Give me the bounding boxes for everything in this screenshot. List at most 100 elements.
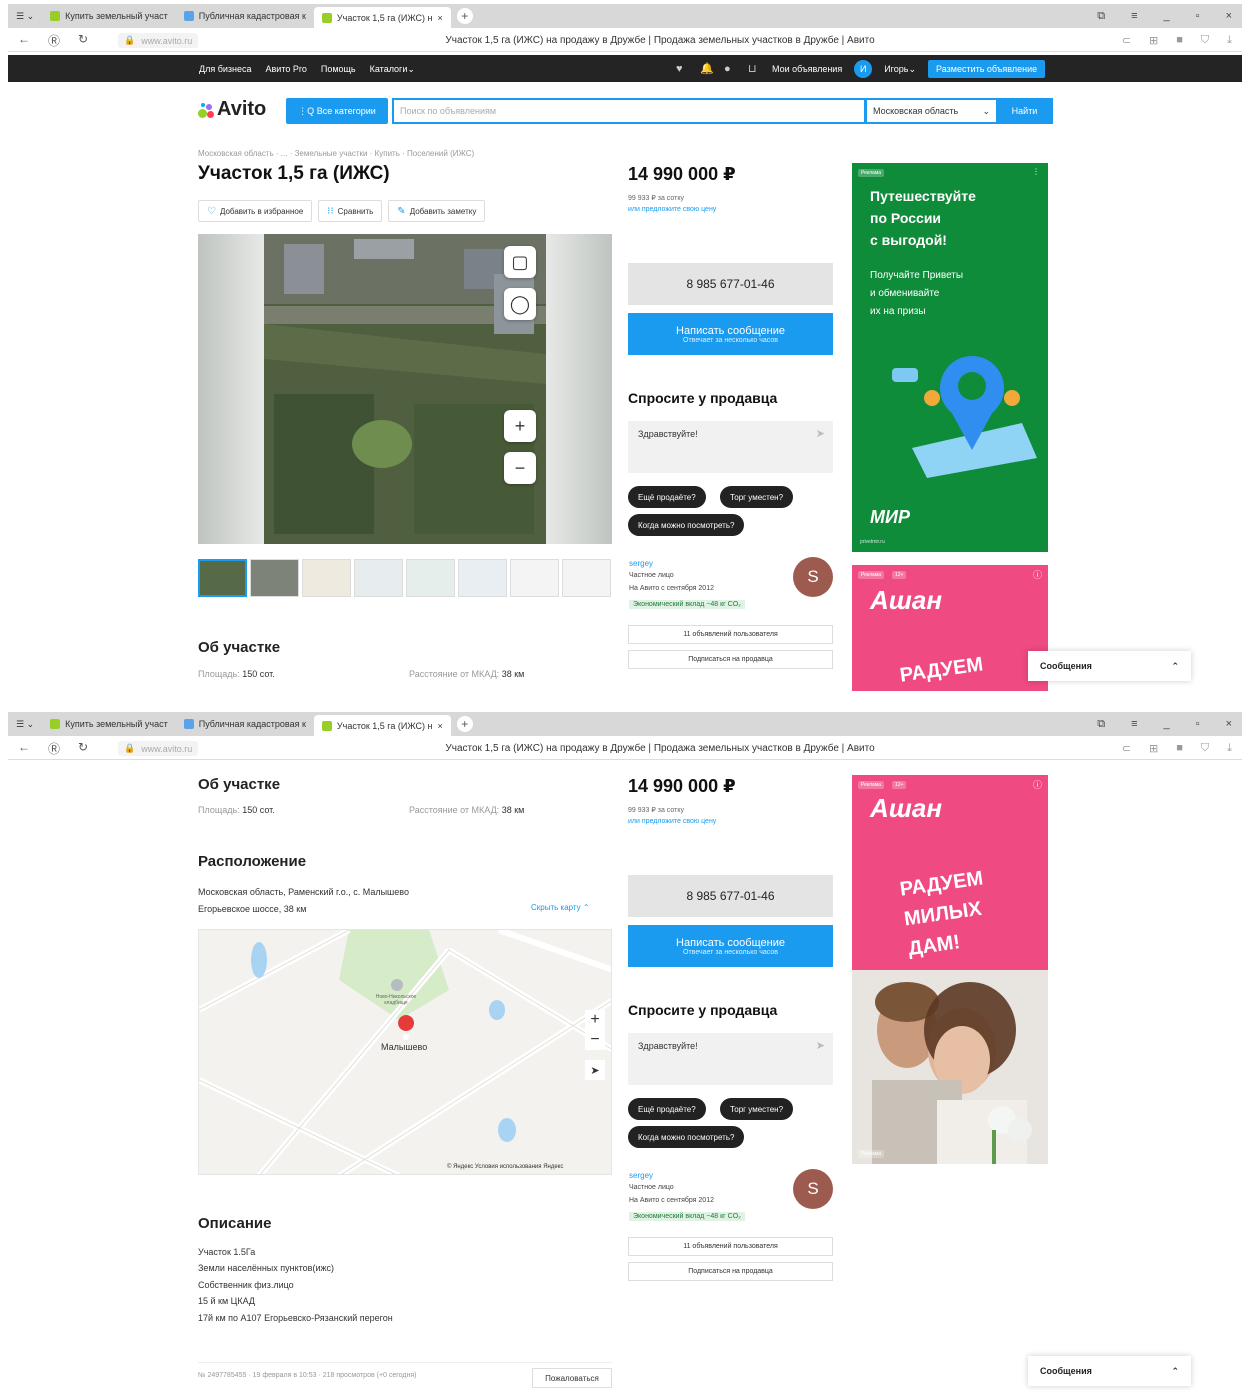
hide-map-link[interactable]: Скрыть карту ⌃ [531,903,590,912]
show-phone-button[interactable]: 8 985 677-01-46 [628,875,833,917]
heart-icon[interactable]: ♥ [676,63,688,75]
zoom-out-icon[interactable]: − [504,452,536,484]
more-icon[interactable]: ⋮ [1032,167,1040,176]
chip-when-view[interactable]: Когда можно посмотреть? [628,1126,745,1148]
thumbnail-2[interactable] [250,559,299,597]
chat-icon[interactable]: ● [724,63,736,75]
breadcrumb[interactable]: Московская область · ... · Земельные уча… [198,149,474,158]
ashan-ad-banner[interactable]: Реклама 12+ ⓘ Ашан РАДУЕМ МИЛЫХ ДАМ! [852,775,1048,970]
eco-badge[interactable]: Экономический вклад −48 кг CO₂ [629,1212,745,1221]
bookmarks-icon[interactable]: ⧉ [1097,10,1105,23]
mir-ad-banner[interactable]: Реклама ⋮ Путешествуйте по России с выгодо… [852,163,1048,552]
cart-icon[interactable]: ⊔ [748,63,760,75]
thumbnail-5[interactable] [406,559,455,597]
seller-avatar[interactable]: S [793,1169,833,1209]
search-input[interactable]: Поиск по объявлениям [392,98,866,124]
seller-name[interactable]: sergey [629,559,653,568]
new-tab-button[interactable]: + [456,716,473,732]
send-icon[interactable]: ➤ [816,1039,825,1052]
reader-icon[interactable]: ⊂ [1122,742,1131,755]
ask-seller-input[interactable]: Здравствуйте! ➤ [628,1033,833,1085]
chip-bargain[interactable]: Торг уместен? [720,486,794,508]
find-button[interactable]: Найти [996,98,1053,124]
menu-icon[interactable]: ≡ [1131,10,1137,23]
send-icon[interactable]: ➤ [816,427,825,440]
write-message-button[interactable]: Написать сообщение Отвечает за несколько … [628,925,833,967]
map-credit[interactable]: © Яндекс Условия использования Яндекс [447,1164,563,1170]
tab-2[interactable]: Публичная кадастровая к [176,714,314,734]
info-icon[interactable]: ⓘ [1033,568,1042,581]
thumbnail-6[interactable] [458,559,507,597]
my-ads-link[interactable]: Мои объявления [772,64,842,74]
url-field[interactable]: 🔒 www.avito.ru [118,741,199,756]
seller-ads-button[interactable]: 11 объявлений пользователя [628,1237,833,1256]
complain-button[interactable]: Пожаловаться [532,1368,612,1388]
offer-price-link[interactable]: или предложите свою цену [628,816,716,827]
geolocate-icon[interactable]: ➤ [585,1060,605,1080]
thumbnail-8[interactable] [562,559,611,597]
tab-1[interactable]: Купить земельный участ [42,6,176,26]
yandex-icon[interactable]: Ⓡ [48,32,60,49]
back-icon[interactable]: ← [18,32,30,49]
nav-business[interactable]: Для бизнеса [199,64,252,75]
new-tab-button[interactable]: + [456,8,473,24]
tab-3-active[interactable]: Участок 1,5 га (ИЖС) н × [313,715,451,737]
rotate-icon[interactable]: ◯ [504,288,536,320]
region-select[interactable]: Московская область ⌄ [865,98,998,124]
avito-logo[interactable]: Avito [198,98,266,121]
nav-avito-pro[interactable]: Авито Pro [266,64,307,75]
avatar[interactable]: И [854,60,873,78]
ashan-ad-banner[interactable]: Реклама 12+ ⓘ Ашан РАДУЕМ [852,565,1048,691]
close-tab-icon[interactable]: × [438,721,443,731]
browser-menu[interactable]: ☰ ⌄ [8,6,42,26]
ask-seller-input[interactable]: Здравствуйте! ➤ [628,421,833,473]
couple-ad-photo[interactable]: Реклама [852,970,1048,1164]
offer-price-link[interactable]: или предложите свою цену [628,204,716,215]
location-map[interactable]: Ново-Никольское кладбище Малышево + − ➤ … [198,929,612,1175]
user-menu[interactable]: Игорь⌄ [884,64,916,75]
nav-help[interactable]: Помощь [321,64,356,75]
zoom-in-icon[interactable]: + [504,410,536,442]
add-favorite-button[interactable]: ♡ Добавить в избранное [198,200,313,222]
thumbnail-4[interactable] [354,559,403,597]
restore-icon[interactable]: ▫ [1196,718,1200,731]
photo-gallery[interactable]: ▢ ◯ + − [198,234,612,544]
browser-menu[interactable]: ☰ ⌄ [8,714,42,734]
thumbnail-1[interactable] [198,559,247,597]
minimize-icon[interactable]: _ [1164,10,1170,23]
compare-button[interactable]: ⁝⁝ Сравнить [318,200,383,222]
chip-bargain[interactable]: Торг уместен? [720,1098,794,1120]
reader-icon[interactable]: ⊂ [1122,34,1131,47]
minimize-icon[interactable]: _ [1164,718,1170,731]
tab-3-active[interactable]: Участок 1,5 га (ИЖС) н × [313,7,451,29]
tab-1[interactable]: Купить земельный участ [42,714,176,734]
post-ad-button[interactable]: Разместить объявление [928,60,1046,78]
messages-panel[interactable]: Сообщения ⌃ [1028,651,1191,681]
add-note-button[interactable]: ✎ Добавить заметку [388,200,486,222]
url-field[interactable]: 🔒 www.avito.ru [118,33,199,48]
close-window-icon[interactable]: × [1226,10,1232,23]
write-message-button[interactable]: Написать сообщение Отвечает за несколько … [628,313,833,355]
chip-still-selling[interactable]: Ещё продаёте? [628,486,706,508]
reload-icon[interactable]: ↻ [78,32,88,49]
protect-icon[interactable]: ⛉ [1201,742,1209,755]
close-tab-icon[interactable]: × [438,13,443,23]
extension-icon[interactable]: ⊞ [1149,742,1158,755]
chip-still-selling[interactable]: Ещё продаёте? [628,1098,706,1120]
all-categories-button[interactable]: ⋮Q Все категории [286,98,388,124]
protect-icon[interactable]: ⛉ [1201,34,1209,47]
info-icon[interactable]: ⓘ [1033,778,1042,791]
layer-icon[interactable]: ▢ [504,246,536,278]
seller-ads-button[interactable]: 11 объявлений пользователя [628,625,833,644]
show-phone-button[interactable]: 8 985 677-01-46 [628,263,833,305]
eco-badge[interactable]: Экономический вклад −48 кг CO₂ [629,600,745,609]
yandex-icon[interactable]: Ⓡ [48,740,60,757]
zoom-in-icon[interactable]: + [585,1010,605,1030]
bell-icon[interactable]: 🔔 [700,63,714,75]
bookmark-icon[interactable]: ■ [1176,742,1183,755]
reload-icon[interactable]: ↻ [78,740,88,757]
bookmarks-icon[interactable]: ⧉ [1097,718,1105,731]
bookmark-icon[interactable]: ■ [1176,34,1183,47]
menu-icon[interactable]: ≡ [1131,718,1137,731]
chip-when-view[interactable]: Когда можно посмотреть? [628,514,745,536]
